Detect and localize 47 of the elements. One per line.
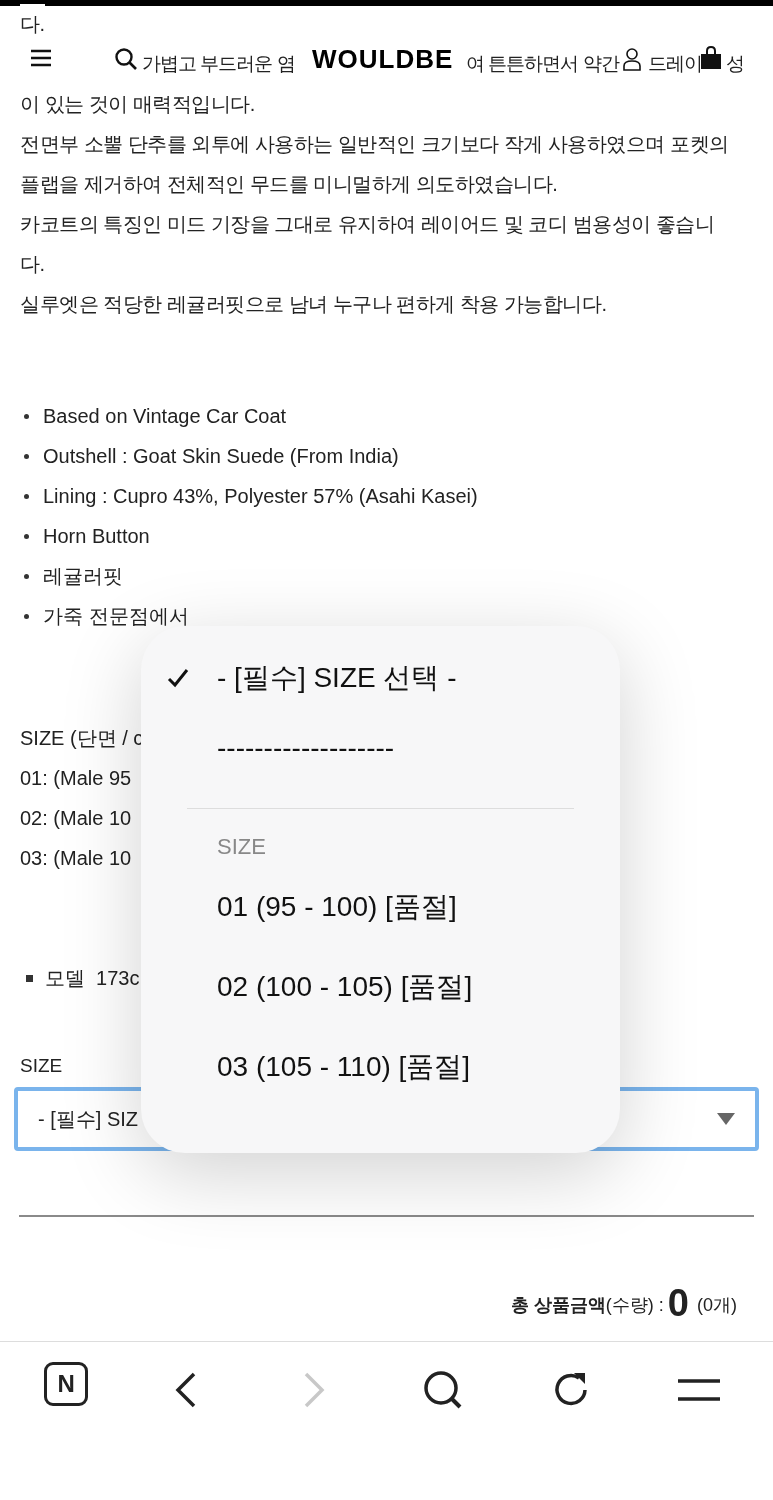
browser-home-button[interactable]: N	[44, 1362, 89, 1406]
total-amount: 0	[667, 1282, 689, 1323]
dropdown-option[interactable]: 01 (95 - 100) [품절]	[141, 867, 620, 947]
menu-icon[interactable]	[676, 1378, 721, 1402]
size-info-text: 03: (Male 10	[20, 846, 132, 871]
search-icon[interactable]	[114, 47, 138, 71]
field-label: SIZE	[20, 1054, 63, 1078]
bullet-icon	[24, 493, 29, 499]
feature-text: Based on Vintage Car Coat	[43, 404, 287, 429]
bullet-icon	[24, 413, 29, 419]
size-info-text: 01: (Male 95	[20, 766, 132, 791]
description-text: 카코트의 특징인 미드 기장을 그대로 유지하여 레이어드 및 코디 범용성이 좋습니	[20, 212, 715, 237]
description-text: 전면부 소뿔 단추를 외투에 사용하는 일반적인 크기보다 작게 사용하였으며 포켓의	[20, 132, 729, 157]
bullet-icon	[26, 974, 33, 982]
description-text: 드레이	[648, 52, 702, 76]
group-header: SIZE	[216, 833, 267, 861]
user-icon[interactable]	[622, 47, 642, 71]
menu-icon[interactable]	[30, 49, 52, 67]
checkmark-icon	[167, 668, 189, 688]
caret-icon	[717, 1112, 735, 1125]
description-text: 실루엣은 적당한 레귤러핏으로 남녀 누구나 편하게 착용 가능합니다.	[20, 292, 607, 317]
feature-text: Lining : Cupro 43%, Polyester 57% (Asahi Kasei)	[43, 484, 478, 509]
total-count: (0개)	[697, 1293, 737, 1317]
site-logo[interactable]: WOULDBE	[312, 38, 454, 80]
dropdown-option[interactable]: 02 (100 - 105) [품절]	[141, 947, 620, 1027]
bullet-icon	[24, 533, 29, 539]
bag-icon[interactable]	[700, 46, 722, 70]
description-text: 다.	[20, 252, 45, 277]
total-label: 총 상품금액(수량) :	[510, 1293, 664, 1317]
bullet-icon	[24, 453, 29, 459]
size-info-text: 02: (Male 10	[20, 806, 132, 831]
description-text: 여 튼튼하면서 약간	[466, 52, 619, 76]
description-text: 가볍고 부드러운 염	[142, 52, 295, 76]
feature-text: 가죽 전문점에서	[43, 604, 189, 629]
bullet-icon	[24, 573, 29, 579]
dropdown-option[interactable]: - [필수] SIZE 선택 -	[141, 648, 620, 708]
feature-text: 레귤러핏	[43, 564, 123, 589]
feature-text: Horn Button	[43, 524, 150, 549]
description-text: 성	[726, 52, 744, 76]
bullet-icon	[24, 613, 29, 619]
search-icon[interactable]	[422, 1370, 463, 1410]
description-text: 이 있는 것이 매력적입니다.	[20, 92, 255, 117]
model-note: 모델 173c	[45, 966, 140, 991]
dropdown-option[interactable]: 03 (105 - 110) [품절]	[141, 1027, 620, 1107]
feature-text: Outshell : Goat Skin Suede (From India)	[43, 444, 399, 469]
description-text: 플랩을 제거하여 전체적인 무드를 미니멀하게 의도하였습니다.	[20, 172, 558, 197]
dropdown-option[interactable]: -------------------	[141, 708, 620, 788]
